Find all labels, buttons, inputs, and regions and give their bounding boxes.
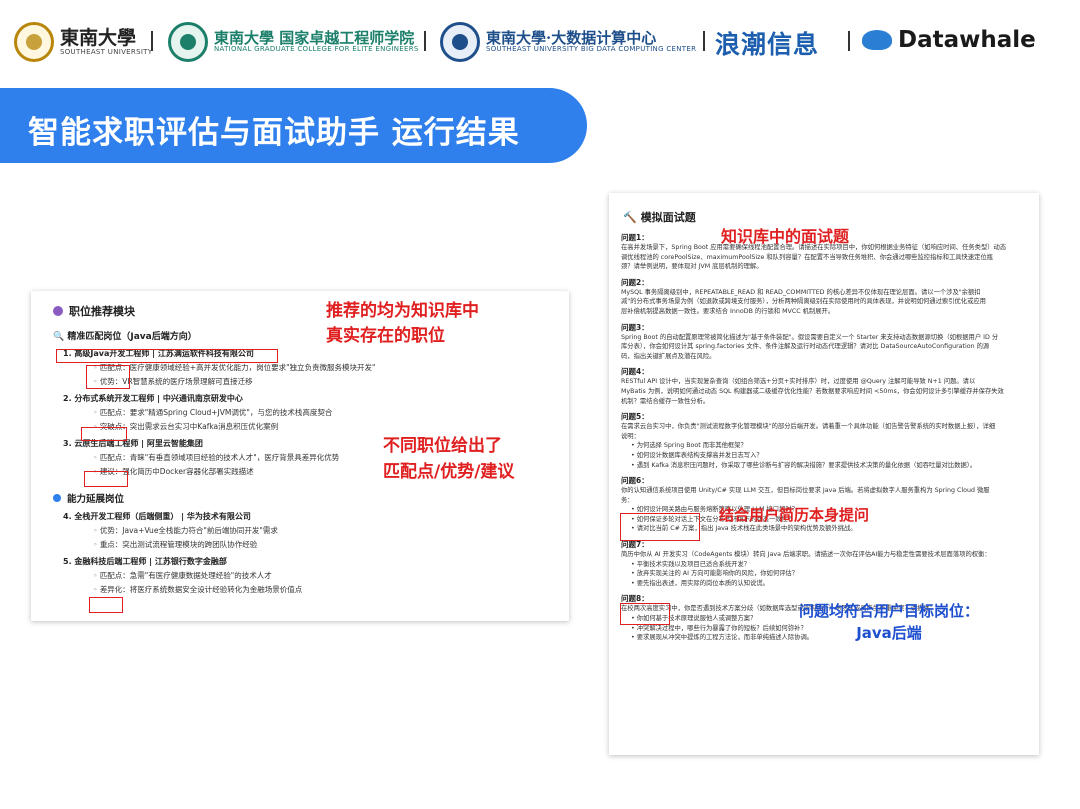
- mock-interview-screenshot: 🔨 模拟面试题 问题1： 在高并发场景下，Spring Boot 应用需要确保线程…: [609, 193, 1039, 755]
- highlight-box: [86, 365, 130, 389]
- question-bullet: 遇到 Kafka 消息积压问题时，你采取了哪些诊断与扩容的解决措施？要求提供技术…: [631, 461, 1031, 471]
- seu-logo-sub: SOUTHEAST UNIVERSITY: [60, 47, 153, 56]
- question-text: 库分表），你会如何设计其 spring.factories 文件、条件注解及运行…: [621, 343, 990, 351]
- job-title: 4. 全栈开发工程师（后端侧重） | 华为技术有限公司: [63, 512, 251, 521]
- page-title: 智能求职评估与面试助手 运行结果: [28, 115, 520, 151]
- college-logo-sub: NATIONAL GRADUATE COLLEGE FOR ELITE ENGI…: [214, 45, 419, 54]
- bigdata-seal-icon: [440, 22, 480, 62]
- seu-seal-icon: [14, 22, 54, 62]
- seu-logo-main: 東南大學: [60, 26, 137, 49]
- job-bullet: 突破点：突出需求云台实习中Kafka消息积压优化案例: [93, 421, 563, 432]
- job-bullet: 差异化：将医疗系统数据安全设计经验转化为金融场景价值点: [93, 584, 563, 595]
- section-title-text: 能力延展岗位: [67, 494, 125, 505]
- question-text: Spring Boot 的自动配置原理常被简化描述为"基于条件装配"。假设需要自…: [621, 333, 999, 341]
- job-bullet: 匹配点：医疗健康领域经验+高并发优化能力，岗位要求"独立负责微服务模块开发": [93, 362, 563, 373]
- question-text: 机制？需结合缓存一致性分析。: [621, 397, 710, 405]
- question-text: MyBatis 为例，说明如何通过动态 SQL 构建器或二级缓存优化性能？若数据…: [621, 387, 1004, 395]
- annotation-target-role: 问题均符合用户目标岗位： Java后端: [799, 600, 979, 644]
- highlight-box: [89, 597, 123, 613]
- question-text: 说明：: [621, 432, 640, 440]
- annotation-real-jobs: 推荐的均为知识库中 真实存在的职位: [326, 299, 479, 349]
- question-label: 问题6：: [621, 476, 649, 486]
- datawhale-logo: Datawhale: [898, 27, 1036, 53]
- annotation-line: 真实存在的职位: [326, 326, 445, 346]
- highlight-box: [56, 349, 278, 363]
- highlight-box: [84, 471, 128, 487]
- job-bullet: 优势：Java+Vue全栈能力符合"前后端协同开发"需求: [93, 525, 563, 536]
- hammer-icon: 🔨: [623, 210, 637, 224]
- question-bullet: 为何选择 Spring Boot 而非其他框架？: [631, 441, 1031, 451]
- section-title-interview: 🔨 模拟面试题: [623, 209, 696, 225]
- question-bullet: 平衡技术实践以及项目已适合系统开发？: [631, 560, 1031, 570]
- annotation-resume-based: 结合用户简历本身提问: [719, 506, 870, 524]
- logo-divider: [151, 31, 153, 51]
- question-bullet: 放弃实现关注的 AI 方向可能影响你的风险，你如何评估？: [631, 569, 1031, 579]
- section-title-text: 职位推荐模块: [69, 305, 135, 318]
- annotation-kb-questions: 知识库中的面试题: [721, 227, 850, 246]
- question-text: 码，指出关键扩展点及潜在风险。: [621, 352, 716, 360]
- college-logo: 東南大學 国家卓越工程师学院 NATIONAL GRADUATE COLLEGE…: [168, 22, 419, 62]
- job-bullet: 优势：VR智慧系统的医疗场景理解可直接迁移: [93, 376, 563, 387]
- magnifier-icon: 🔍: [53, 332, 68, 342]
- job-bullet: 匹配点：急需"有医疗健康数据处理经验"的技术人才: [93, 570, 563, 581]
- college-logo-main: 東南大學 国家卓越工程师学院: [214, 28, 415, 47]
- question-bullet: 要先指出表述，用实际的岗位本质的认知说谎。: [631, 579, 1031, 589]
- question-label: 问题2：: [621, 277, 649, 287]
- seu-logo: 東南大學 SOUTHEAST UNIVERSITY: [14, 22, 152, 62]
- question-text: 调优线程池的 corePoolSize、maximumPoolSize 和队列容…: [621, 253, 994, 261]
- annotation-line: 不同职位给出了: [383, 436, 502, 456]
- sub-title-precise: 🔍 精准匹配岗位（Java后端方向）: [53, 329, 563, 342]
- logo-divider: [848, 31, 850, 51]
- section-title-text: 模拟面试题: [640, 211, 696, 224]
- question-label: 问题5：: [621, 412, 649, 422]
- question-text: 你的认知通信系统项目使用 Unity/C# 实现 LLM 交互，但目标岗位要求 …: [621, 487, 990, 495]
- sub-title-text: 精准匹配岗位（Java后端方向）: [67, 332, 197, 342]
- question-list: 问题1： 在高并发场景下，Spring Boot 应用需要确保线程池配置合理。请描…: [621, 227, 1031, 643]
- section-title-recommend: 职位推荐模块: [53, 303, 135, 319]
- inspur-logo: 浪潮信息: [715, 30, 820, 59]
- highlight-box: [620, 513, 700, 541]
- question-label: 问题3：: [621, 322, 649, 332]
- bigdata-logo-sub: SOUTHEAST UNIVERSITY BIG DATA COMPUTING …: [486, 45, 697, 54]
- bigdata-logo-main: 東南大學·大数据计算中心: [486, 28, 657, 47]
- globe-icon: [53, 494, 61, 502]
- question-text: 在需求云台实习中，你负责"测试流程数字化管理模块"的部分后端开发。请着重一个具体…: [621, 423, 996, 431]
- whale-icon: [862, 30, 892, 50]
- job-title: 5. 金融科技后端工程师 | 江苏银行数字金融部: [63, 557, 227, 566]
- annotation-line: 推荐的均为知识库中: [326, 301, 479, 321]
- question-text: RESTful API 设计中，当实现复杂查询（如组合筛选+分页+实时排序）时，…: [621, 378, 976, 386]
- question-text: 简历中你从 AI 开发实习（CodeAgents 模块）转向 Java 后端求职…: [621, 551, 991, 559]
- logo-divider: [424, 31, 426, 51]
- question-bullet: 如何设计数据库表结构支撑高并发日志写入？: [631, 451, 1031, 461]
- question-text: MySQL 事务隔离级别中，REPEATABLE_READ 和 READ_COM…: [621, 288, 981, 296]
- logo-bar: 東南大學 SOUTHEAST UNIVERSITY 東南大學 国家卓越工程师学院…: [0, 0, 1080, 86]
- highlight-box: [81, 427, 127, 441]
- logo-divider: [703, 31, 705, 51]
- annotation-line: 问题均符合用户目标岗位：: [799, 602, 980, 620]
- title-banner: 智能求职评估与面试助手 运行结果: [0, 88, 587, 163]
- question-text: 层补偿机制提高数据一致性。要求结合 InnoDB 的行锁和 MVCC 机制展开。: [621, 307, 835, 315]
- section-title-extend: 能力延展岗位: [53, 491, 563, 505]
- target-icon: [53, 306, 63, 316]
- job-bullet: 匹配点：要求"精通Spring Cloud+JVM调优"，与您的技术栈高度契合: [93, 407, 563, 418]
- job-bullet: 重点：突出测试流程管理模块的跨团队协作经验: [93, 539, 563, 550]
- job-recommendation-screenshot: 职位推荐模块 🔍 精准匹配岗位（Java后端方向） 1. 高级Java开发工程师…: [31, 291, 569, 621]
- job-title: 2. 分布式系统开发工程师 | 中兴通讯南京研发中心: [63, 394, 243, 403]
- annotation-line: Java后端: [856, 624, 922, 642]
- question-text: 颈？请举例说明，要体现对 JVM 底层机制的理解。: [621, 263, 763, 271]
- highlight-box: [620, 603, 670, 625]
- question-text: 减"的分布式事务场景为例（如退款或跨境支付服务），分析两种隔离级别在实际使用时的…: [621, 298, 986, 306]
- bigdata-logo: 東南大學·大数据计算中心 SOUTHEAST UNIVERSITY BIG DA…: [440, 22, 696, 62]
- annotation-line: 匹配点/优势/建议: [383, 462, 515, 482]
- college-seal-icon: [168, 22, 208, 62]
- annotation-match-points: 不同职位给出了 匹配点/优势/建议: [383, 433, 514, 485]
- question-label: 问题4：: [621, 367, 649, 377]
